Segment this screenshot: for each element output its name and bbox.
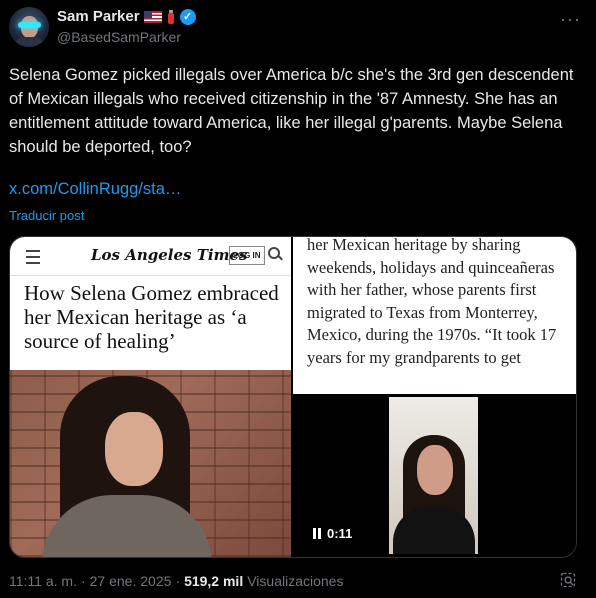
media-article-excerpt[interactable]: her Mexican heritage by sharing weekends… <box>293 237 576 394</box>
more-icon[interactable]: ··· <box>560 9 581 30</box>
user-handle[interactable]: @BasedSamParker <box>57 29 181 45</box>
video-controls: 0:11 <box>313 526 352 541</box>
meta-separator: · <box>175 573 181 589</box>
lat-logo: Los Angeles Times <box>91 246 248 264</box>
fire-extinguisher-icon <box>166 9 176 24</box>
display-name[interactable]: Sam Parker <box>57 8 140 25</box>
pause-icon[interactable] <box>313 528 321 539</box>
video-frame <box>389 397 478 554</box>
avatar-body <box>13 37 46 47</box>
translate-post-link[interactable]: Traducir post <box>9 208 84 223</box>
avatar[interactable] <box>9 7 49 47</box>
tweet-link[interactable]: x.com/CollinRugg/sta… <box>9 180 181 199</box>
media-photo[interactable] <box>10 370 291 557</box>
lat-navbar: Los Angeles Times LOG IN <box>10 237 291 276</box>
tweet-date[interactable]: 27 ene. 2025 <box>90 573 172 589</box>
tweet-header: Sam Parker ✓ @BasedSamParker ··· <box>9 7 587 49</box>
tweet-meta: 11:11 a. m. · 27 ene. 2025 · 519,2 mil V… <box>9 573 343 589</box>
tweet-text: Selena Gomez picked illegals over Americ… <box>9 66 574 156</box>
meta-separator: · <box>80 573 86 589</box>
tweet-time[interactable]: 11:11 a. m. <box>9 573 77 589</box>
photo-face <box>105 412 163 486</box>
search-icon <box>268 247 280 259</box>
article-excerpt-text: her Mexican heritage by sharing weekends… <box>307 236 557 367</box>
name-row: Sam Parker ✓ <box>57 8 196 25</box>
lat-login-button: LOG IN <box>229 246 265 265</box>
video-time: 0:11 <box>327 526 353 541</box>
verified-badge-icon[interactable]: ✓ <box>179 8 196 25</box>
video-face <box>417 445 453 495</box>
avatar-laser-eyes <box>18 22 41 28</box>
views-label: Visualizaciones <box>247 573 344 589</box>
hamburger-menu-icon <box>26 250 40 264</box>
media-grid: Los Angeles Times LOG IN How Selena Gome… <box>9 236 577 558</box>
media-lat-screenshot[interactable]: Los Angeles Times LOG IN How Selena Gome… <box>10 237 291 370</box>
media-video[interactable]: 0:11 <box>293 394 576 557</box>
views-count: 519,2 mil <box>184 573 244 589</box>
lat-headline: How Selena Gomez embraced her Mexican he… <box>24 281 279 353</box>
us-flag-icon <box>143 10 162 23</box>
grok-icon[interactable] <box>560 572 576 588</box>
